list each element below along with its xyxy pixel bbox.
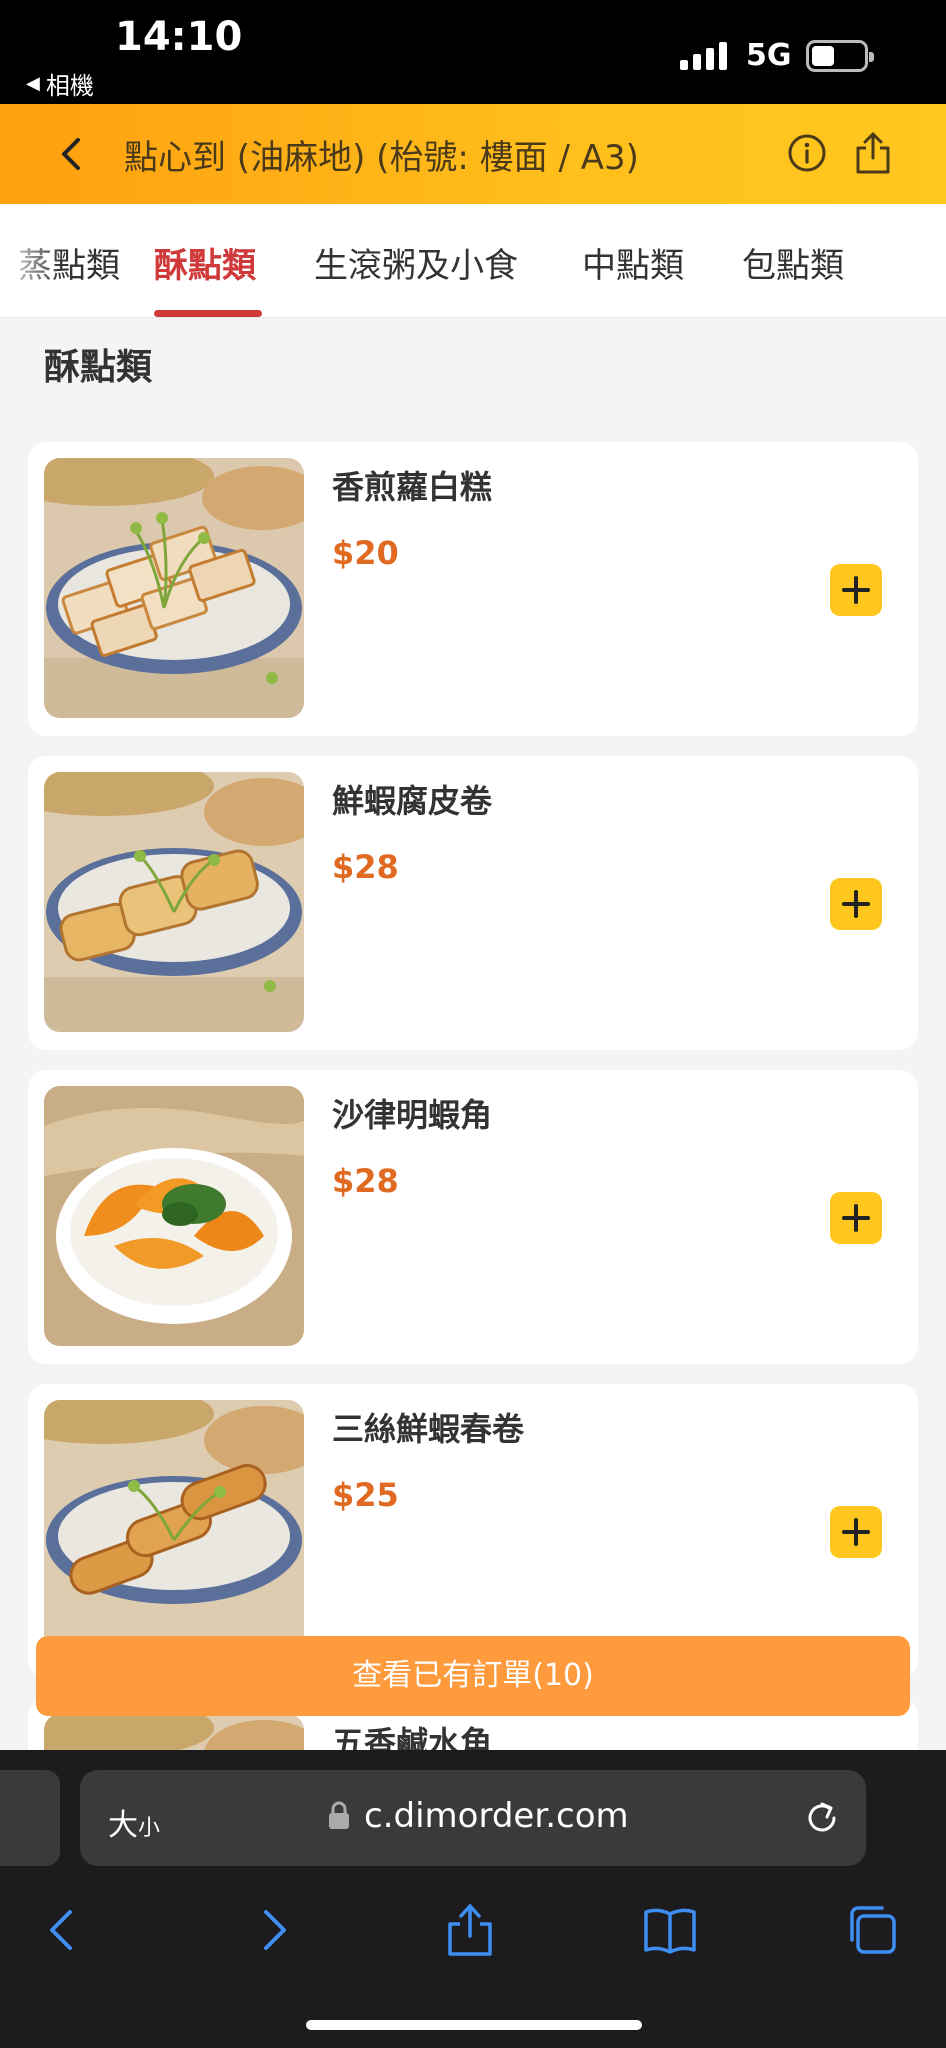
tab-congee-snacks[interactable]: 生滾粥及小食	[314, 238, 518, 287]
item-name: 沙律明蝦角	[332, 1096, 493, 1134]
text-size-button[interactable]: 大小	[108, 1800, 160, 1844]
info-icon[interactable]	[786, 132, 828, 174]
back-app-label: 相機	[45, 72, 94, 100]
shrimp-dumpling-photo	[44, 1086, 304, 1346]
tab-buns[interactable]: 包點類	[742, 238, 844, 287]
menu-item-card[interactable]: 沙律明蝦角 $28	[28, 1070, 918, 1364]
add-item-button[interactable]	[830, 878, 882, 930]
turnip-cake-photo	[44, 458, 304, 718]
back-to-app-link[interactable]: ◀ 相機	[26, 66, 94, 101]
add-item-button[interactable]	[830, 1192, 882, 1244]
back-arrow-icon[interactable]	[48, 130, 96, 178]
browser-address-bar: 大小 c.dimorder.com	[0, 1750, 946, 1870]
url-text: c.dimorder.com	[364, 1796, 629, 1836]
restaurant-title: 點心到 (油麻地) (枱號: 樓面 / A3)	[124, 138, 639, 178]
status-bar: 14:10 ◀ 相機 5G	[0, 0, 946, 104]
section-title: 酥點類	[44, 347, 153, 388]
item-name: 香煎蘿白糕	[332, 468, 493, 506]
item-name: 鮮蝦腐皮卷	[332, 782, 493, 820]
bookmarks-icon[interactable]	[640, 1900, 700, 1960]
forward-icon[interactable]	[242, 1900, 302, 1960]
item-price: $20	[332, 534, 399, 572]
lock-icon	[329, 1801, 349, 1829]
item-price: $28	[332, 1162, 399, 1200]
previous-tab-preview[interactable]	[0, 1770, 60, 1866]
share-icon[interactable]	[440, 1900, 500, 1960]
add-item-button[interactable]	[830, 1506, 882, 1558]
status-time: 14:10	[115, 14, 243, 60]
network-label: 5G	[746, 38, 792, 73]
spring-roll-photo	[44, 1400, 304, 1660]
tab-pastry[interactable]: 酥點類	[154, 238, 256, 287]
view-orders-button[interactable]: 查看已有訂單(10)	[36, 1636, 910, 1716]
battery-icon	[806, 40, 874, 72]
beancurd-roll-photo	[44, 772, 304, 1032]
item-price: $28	[332, 848, 399, 886]
category-tabs: 蒸點類 酥點類 生滾粥及小食 中點類 包點類	[0, 204, 946, 318]
reload-icon[interactable]	[800, 1796, 844, 1840]
menu-item-card[interactable]: 香煎蘿白糕 $20	[28, 442, 918, 736]
item-price: $25	[332, 1476, 399, 1514]
active-tab-indicator	[154, 310, 262, 317]
cellular-signal-icon	[680, 40, 727, 70]
back-icon[interactable]	[34, 1900, 94, 1960]
url-field[interactable]: 大小 c.dimorder.com	[80, 1770, 866, 1866]
tabs-icon[interactable]	[842, 1900, 902, 1960]
menu-item-card[interactable]: 三絲鮮蝦春卷 $25	[28, 1384, 918, 1678]
add-item-button[interactable]	[830, 564, 882, 616]
app-header: 點心到 (油麻地) (枱號: 樓面 / A3)	[0, 104, 946, 204]
share-icon[interactable]	[852, 128, 894, 176]
back-triangle-icon: ◀	[26, 73, 40, 94]
home-indicator[interactable]	[306, 2020, 642, 2030]
tab-medium-dim-sum[interactable]: 中點類	[582, 238, 684, 287]
menu-item-card[interactable]: 鮮蝦腐皮卷 $28	[28, 756, 918, 1050]
item-name: 三絲鮮蝦春卷	[332, 1410, 525, 1448]
